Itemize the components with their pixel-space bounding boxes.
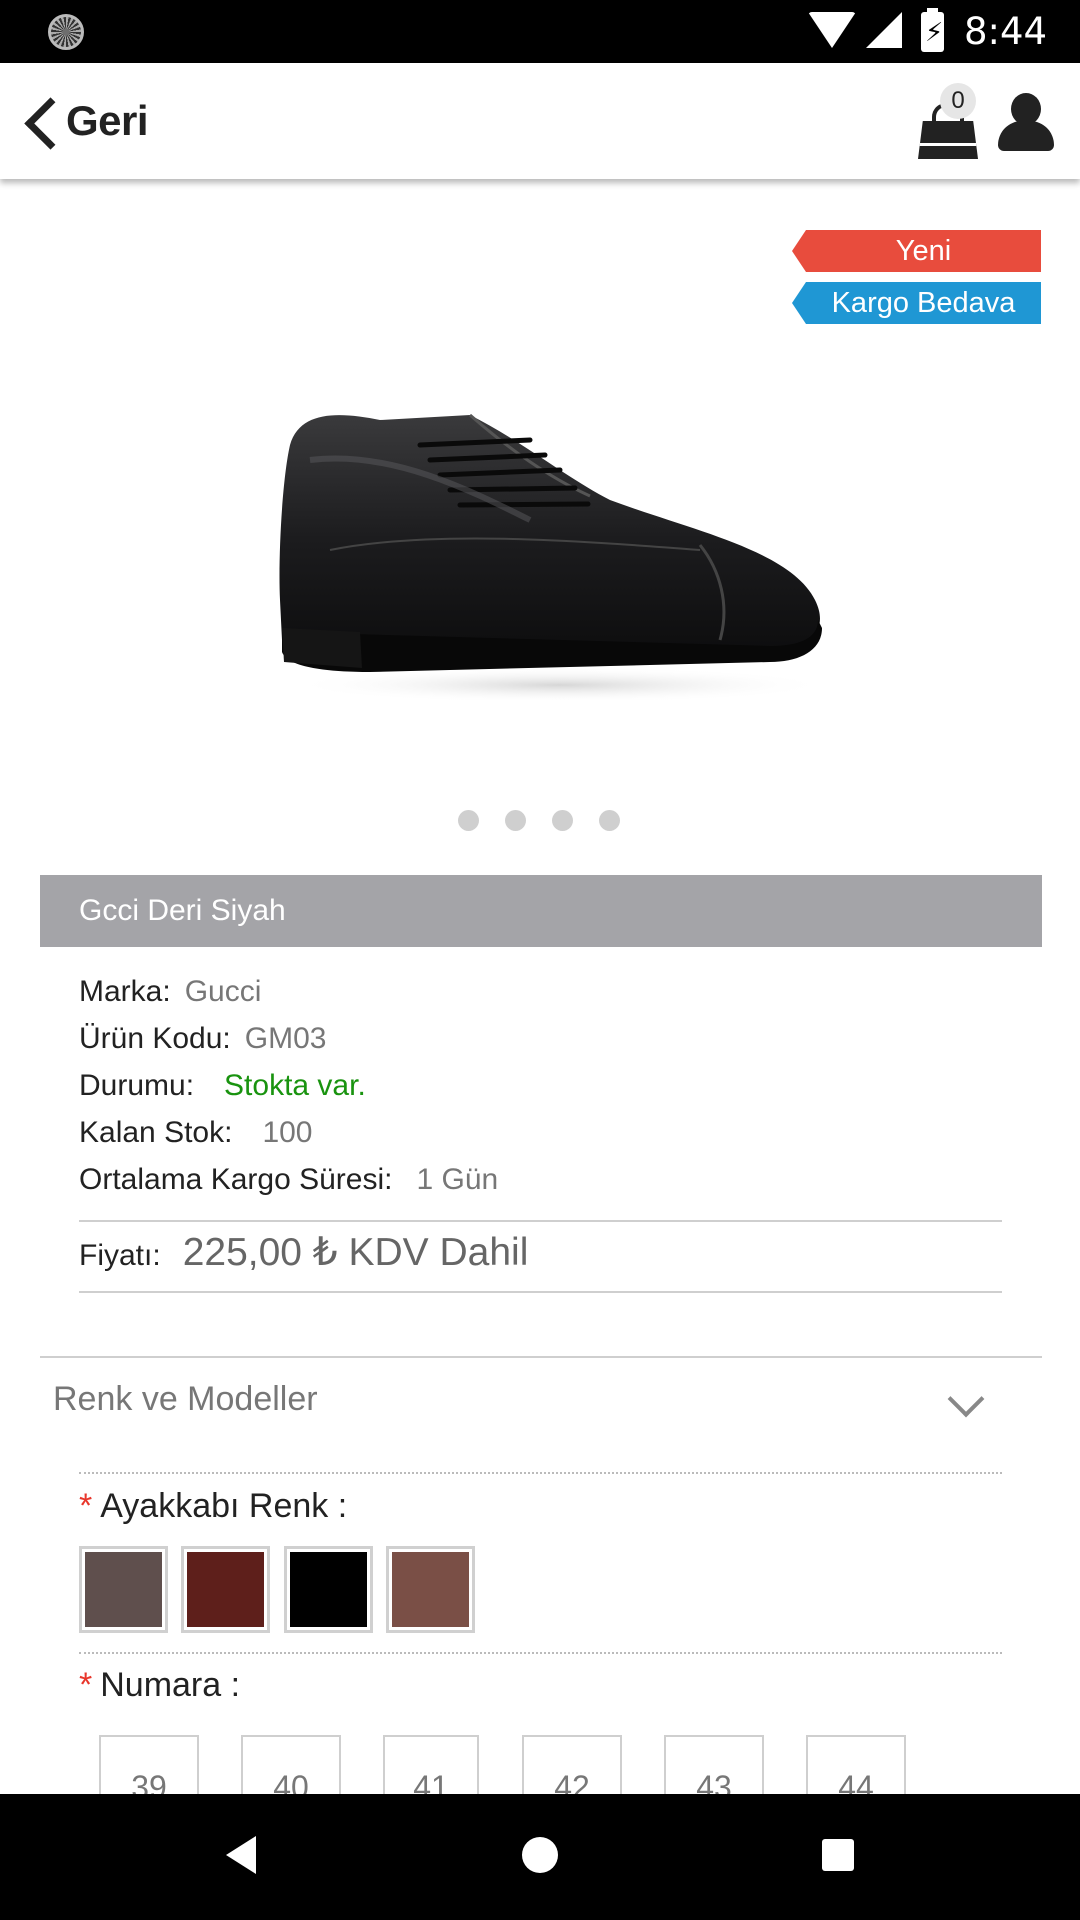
- sync-icon: [48, 14, 84, 50]
- color-swatch-fill: [85, 1552, 162, 1627]
- divider: [79, 1291, 1002, 1293]
- color-swatch[interactable]: [284, 1546, 373, 1633]
- color-swatch-fill: [290, 1552, 367, 1627]
- status-bar: ⚡ 8:44: [0, 0, 1080, 63]
- divider: [79, 1220, 1002, 1222]
- brand-row: Marka: Gucci: [79, 975, 261, 1009]
- status-time: 8:44: [964, 10, 1048, 53]
- color-swatch[interactable]: [181, 1546, 270, 1633]
- app-header: Geri 0: [0, 63, 1080, 179]
- back-button[interactable]: Geri: [22, 93, 149, 149]
- brand-label: Marka:: [79, 975, 171, 1008]
- colors-models-section-toggle[interactable]: Renk ve Modeller: [53, 1380, 318, 1419]
- required-mark: *: [79, 1666, 93, 1704]
- user-account-button[interactable]: [998, 91, 1054, 155]
- product-image[interactable]: [270, 400, 830, 700]
- chevron-down-icon[interactable]: [947, 1380, 985, 1418]
- shipping-time-row: Ortalama Kargo Süresi: 1 Gün: [79, 1163, 498, 1197]
- remaining-stock-label: Kalan Stok:: [79, 1116, 233, 1149]
- brand-value: Gucci: [184, 975, 262, 1008]
- product-code-value: GM03: [244, 1022, 327, 1055]
- color-swatch-fill: [392, 1552, 469, 1627]
- color-swatch-fill: [187, 1552, 264, 1627]
- wifi-icon: [808, 12, 856, 48]
- shoe-color-label: * Ayakkabı Renk :: [79, 1487, 348, 1525]
- new-badge: Yeni: [792, 230, 1041, 272]
- carousel-dot[interactable]: [552, 810, 573, 831]
- color-swatch[interactable]: [386, 1546, 475, 1633]
- nav-recents-icon[interactable]: [822, 1839, 854, 1871]
- stock-status-label: Durumu:: [79, 1069, 195, 1102]
- divider: [79, 1652, 1002, 1654]
- product-code-row: Ürün Kodu: GM03: [79, 1022, 326, 1056]
- carousel-dot[interactable]: [599, 810, 620, 831]
- carousel-dot[interactable]: [505, 810, 526, 831]
- back-label: Geri: [66, 97, 149, 144]
- nav-home-icon[interactable]: [522, 1837, 558, 1873]
- stock-status-value: Stokta var.: [224, 1069, 366, 1102]
- battery-charging-icon: ⚡: [921, 8, 944, 52]
- stock-status-row: Durumu: Stokta var.: [79, 1069, 366, 1103]
- price-row: Fiyatı: 225,00 ₺ KDV Dahil: [79, 1230, 528, 1275]
- shipping-time-value: 1 Gün: [416, 1163, 499, 1196]
- divider: [79, 1472, 1002, 1474]
- signal-icon: [866, 12, 902, 48]
- price-value: 225,00 ₺ KDV Dahil: [182, 1231, 529, 1274]
- divider: [40, 1356, 1042, 1358]
- color-swatch[interactable]: [79, 1546, 168, 1633]
- carousel-dot[interactable]: [458, 810, 479, 831]
- remaining-stock-row: Kalan Stok: 100: [79, 1116, 313, 1150]
- product-title: Gcci Deri Siyah: [40, 875, 1042, 947]
- shipping-time-label: Ortalama Kargo Süresi:: [79, 1163, 393, 1196]
- nav-back-icon[interactable]: [226, 1836, 256, 1874]
- cart-button[interactable]: 0: [918, 83, 978, 159]
- remaining-stock-value: 100: [262, 1116, 313, 1149]
- chevron-left-icon: [22, 93, 58, 149]
- image-carousel-indicator: [458, 810, 620, 831]
- cart-count-badge: 0: [940, 83, 976, 119]
- free-shipping-badge: Kargo Bedava: [792, 282, 1041, 324]
- price-label: Fiyatı:: [79, 1239, 161, 1272]
- size-label: * Numara :: [79, 1666, 241, 1704]
- product-code-label: Ürün Kodu:: [79, 1022, 231, 1055]
- required-mark: *: [79, 1487, 93, 1525]
- navigation-bar: [0, 1794, 1080, 1920]
